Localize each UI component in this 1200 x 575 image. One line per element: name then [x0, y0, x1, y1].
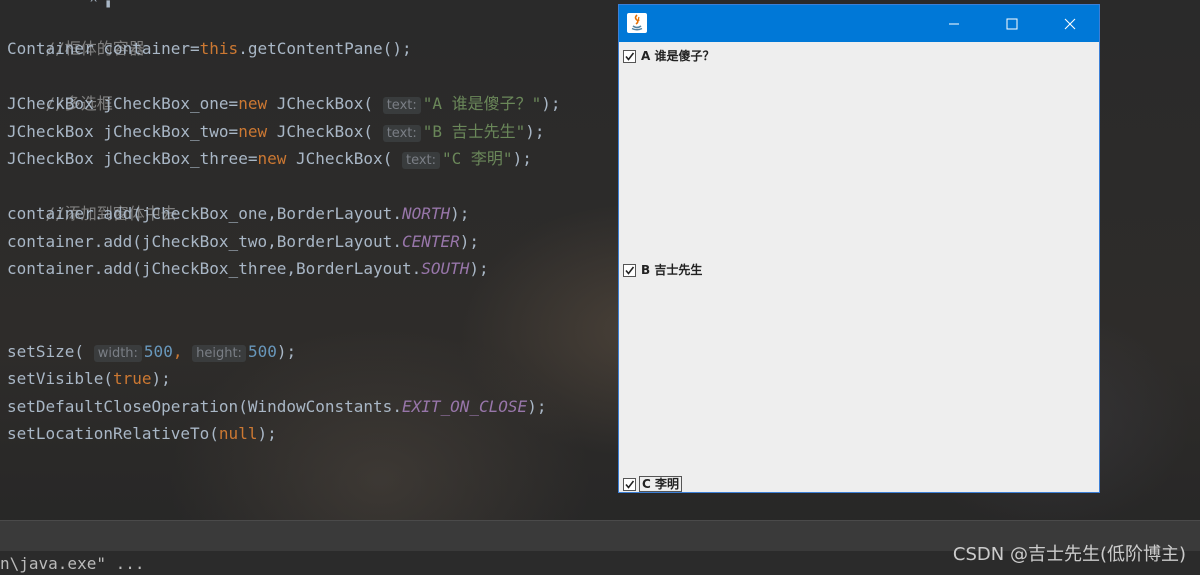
param-hint: height:	[192, 345, 246, 362]
constant: SOUTH	[421, 259, 470, 278]
checkbox-c[interactable]: C 李明	[623, 476, 682, 492]
param-hint: text:	[382, 97, 421, 114]
keyword: new	[257, 149, 287, 168]
string-literal: "C 李明"	[442, 149, 513, 168]
keyword: new	[238, 94, 268, 113]
checkbox-label: A 谁是傻子？	[641, 49, 715, 63]
code-text: JCheckBox(	[286, 149, 393, 168]
minimize-button[interactable]	[925, 5, 983, 42]
separator: ,	[172, 342, 183, 361]
code-text: container.add(jCheckBox_two,BorderLayout…	[7, 232, 402, 251]
console-output: n\java.exe" ...	[0, 554, 145, 573]
code-line-10[interactable]: container.add(jCheckBox_three,BorderLayo…	[7, 255, 489, 282]
code-text: setLocationRelativeTo(	[7, 424, 219, 443]
checkbox-box[interactable]	[623, 49, 636, 63]
code-text: );	[276, 342, 297, 361]
constant: EXIT_ON_CLOSE	[401, 397, 528, 416]
code-line-7[interactable]: //添加到窗体中去	[7, 173, 177, 223]
checkbox-box[interactable]	[623, 263, 636, 277]
code-line-12[interactable]: setVisible(true);	[7, 365, 171, 392]
checkbox-b[interactable]: B 吉士先生	[623, 262, 704, 278]
swing-window[interactable]: A 谁是傻子？ B 吉士先生 C 李明	[618, 4, 1100, 493]
content-pane: A 谁是傻子？ B 吉士先生 C 李明	[619, 42, 1099, 492]
watermark: CSDN @吉士先生(低阶博主)	[952, 544, 1186, 565]
code-text: Container container=	[7, 39, 200, 58]
code-text: setVisible(	[7, 369, 113, 388]
maximize-icon	[1006, 18, 1018, 29]
code-text: );	[541, 94, 561, 113]
code-line-4[interactable]: JCheckBox jCheckBox_one=new JCheckBox( t…	[7, 90, 561, 117]
java-icon[interactable]	[627, 13, 647, 33]
keyword: this	[199, 39, 239, 58]
number-literal: 500	[143, 342, 173, 361]
code-line-5[interactable]: JCheckBox jCheckBox_two=new JCheckBox( t…	[7, 118, 545, 145]
code-line-3[interactable]: //多选框	[7, 63, 113, 113]
param-hint: text:	[382, 125, 421, 142]
title-bar[interactable]	[619, 5, 1099, 42]
checkbox-label: B 吉士先生	[641, 263, 703, 277]
code-text: JCheckBox(	[267, 122, 374, 141]
code-text: container.add(jCheckBox_three,BorderLayo…	[7, 259, 422, 278]
code-line-2[interactable]: Container container=this.getContentPane(…	[7, 35, 412, 62]
checkbox-label: C 李明	[639, 476, 682, 492]
code-line-13[interactable]: setDefaultCloseOperation(WindowConstants…	[7, 393, 546, 420]
code-text: JCheckBox(	[267, 94, 374, 113]
code-text: );	[527, 397, 547, 416]
code-text: JCheckBox jCheckBox_two=	[7, 122, 239, 141]
code-line-6[interactable]: JCheckBox jCheckBox_three=new JCheckBox(…	[7, 145, 532, 172]
param-hint: width:	[93, 345, 142, 362]
string-literal: "B 吉士先生"	[422, 122, 526, 141]
keyword: new	[238, 122, 268, 141]
code-text: );	[151, 369, 171, 388]
code-text: );	[512, 149, 532, 168]
code-text: );	[459, 232, 480, 251]
maximize-button[interactable]	[983, 5, 1041, 42]
code-line-11[interactable]: setSize( width: 500, height: 500);	[7, 338, 296, 365]
code-line-8[interactable]: container.add(jCheckBox_one,BorderLayout…	[7, 200, 469, 227]
code-text: setDefaultCloseOperation(WindowConstants…	[7, 397, 402, 416]
close-icon	[1064, 18, 1076, 29]
code-line-1[interactable]: //框体的容器	[7, 8, 145, 58]
keyword: null	[218, 424, 258, 443]
code-text: JCheckBox jCheckBox_three=	[7, 149, 258, 168]
checkbox-a[interactable]: A 谁是傻子？	[623, 48, 716, 64]
close-button[interactable]	[1041, 5, 1099, 42]
code-text: container.add(jCheckBox_one,BorderLayout…	[7, 204, 402, 223]
check-icon	[625, 52, 635, 61]
code-text: );	[469, 259, 489, 278]
code-line-14[interactable]: setLocationRelativeTo(null);	[7, 420, 277, 447]
code-text: );	[257, 424, 277, 443]
constant: CENTER	[401, 232, 460, 251]
constant: NORTH	[401, 204, 451, 223]
code-text: .getContentPane();	[238, 39, 412, 58]
code-text: );	[450, 204, 470, 223]
checkbox-box[interactable]	[623, 477, 636, 491]
string-literal: "A 谁是傻子？"	[422, 94, 542, 113]
code-line-9[interactable]: container.add(jCheckBox_two,BorderLayout…	[7, 228, 479, 255]
keyword: true	[112, 369, 152, 388]
check-icon	[625, 266, 635, 275]
check-icon	[625, 480, 635, 489]
number-literal: 500	[247, 342, 277, 361]
caret-marker: ^ ▮	[90, 0, 112, 10]
code-text: );	[525, 122, 545, 141]
code-text: JCheckBox jCheckBox_one=	[7, 94, 239, 113]
code-text: setSize(	[7, 342, 85, 361]
minimize-icon	[949, 23, 959, 24]
param-hint: text:	[401, 152, 441, 169]
